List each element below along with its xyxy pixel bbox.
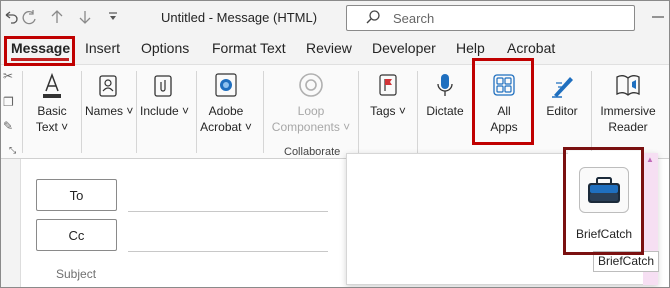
ribbon: ✂ ❐ ✎ ⤡ Basic Text ˅ Names ˅ Include ˅ A… bbox=[1, 64, 669, 159]
dictate-button[interactable]: Dictate bbox=[421, 69, 469, 119]
outlook-message-window: Untitled - Message (HTML) Message Insert… bbox=[0, 0, 670, 288]
adobe-acrobat-icon bbox=[215, 73, 237, 97]
basic-text-label-1: Basic bbox=[37, 104, 67, 118]
tags-label: Tags ˅ bbox=[370, 104, 406, 118]
names-label: Names ˅ bbox=[85, 104, 134, 118]
ribbon-separator bbox=[591, 71, 592, 153]
cut-icon[interactable]: ✂ bbox=[3, 69, 13, 83]
cc-field[interactable] bbox=[128, 251, 328, 252]
font-color-icon bbox=[43, 72, 61, 98]
search-input[interactable] bbox=[393, 9, 623, 27]
undo-icon[interactable] bbox=[1, 7, 21, 27]
collaborate-group-label: Collaborate bbox=[284, 146, 341, 158]
subject-label: Subject bbox=[56, 267, 97, 281]
to-button[interactable]: To bbox=[36, 179, 117, 211]
include-label: Include ˅ bbox=[140, 104, 190, 118]
names-button[interactable]: Names ˅ bbox=[85, 69, 134, 119]
paperclip-icon bbox=[154, 75, 172, 97]
cc-button[interactable]: Cc bbox=[36, 219, 117, 251]
highlight-all-apps bbox=[472, 58, 534, 145]
tab-insert[interactable]: Insert bbox=[85, 40, 120, 56]
basic-text-label-2: Text ˅ bbox=[35, 120, 69, 134]
highlight-briefcatch bbox=[563, 147, 644, 255]
microphone-icon bbox=[437, 74, 453, 96]
immersive-reader-button[interactable]: Immersive Reader bbox=[597, 69, 659, 135]
highlight-message-tab bbox=[4, 36, 75, 66]
tab-acrobat[interactable]: Acrobat bbox=[507, 40, 555, 56]
arrow-down-icon[interactable] bbox=[75, 7, 95, 27]
ribbon-tabs: Message Insert Options Format Text Revie… bbox=[1, 35, 669, 63]
immersive-reader-label-1: Immersive bbox=[600, 104, 656, 118]
ribbon-separator bbox=[263, 71, 264, 153]
ribbon-separator bbox=[81, 71, 82, 153]
ribbon-separator bbox=[22, 71, 23, 153]
tab-format-text[interactable]: Format Text bbox=[212, 40, 286, 56]
editor-button[interactable]: Editor bbox=[539, 69, 585, 119]
ribbon-separator bbox=[196, 71, 197, 153]
ribbon-separator bbox=[358, 71, 359, 153]
window-title: Untitled - Message (HTML) bbox=[161, 10, 318, 25]
immersive-reader-label-2: Reader bbox=[608, 120, 648, 134]
minimize-button[interactable] bbox=[648, 5, 668, 29]
scroll-up-icon[interactable]: ▲ bbox=[646, 155, 654, 164]
search-box[interactable] bbox=[346, 5, 635, 31]
loop-icon bbox=[299, 73, 323, 97]
loop-label-1: Loop bbox=[297, 104, 325, 118]
to-field[interactable] bbox=[128, 211, 328, 212]
editor-pen-icon bbox=[552, 77, 573, 98]
redo-icon[interactable] bbox=[19, 7, 39, 27]
tab-help[interactable]: Help bbox=[456, 40, 485, 56]
flag-icon bbox=[379, 74, 397, 96]
editor-label: Editor bbox=[546, 104, 578, 118]
loop-components-button[interactable]: Loop Components ˅ bbox=[269, 69, 353, 135]
ribbon-separator bbox=[136, 71, 137, 153]
customize-quick-access-icon[interactable] bbox=[103, 7, 123, 27]
include-button[interactable]: Include ˅ bbox=[140, 69, 190, 119]
loop-label-2: Components ˅ bbox=[271, 120, 351, 134]
adobe-acrobat-label-1: Adobe bbox=[208, 104, 244, 118]
copy-icon[interactable]: ❐ bbox=[3, 95, 14, 109]
dialog-launcher-icon[interactable]: ⤡ bbox=[9, 145, 16, 156]
collapsed-clipboard-group: ✂ ❐ ✎ bbox=[1, 65, 21, 157]
arrow-up-icon[interactable] bbox=[47, 7, 67, 27]
address-book-icon bbox=[99, 75, 117, 97]
basic-text-button[interactable]: Basic Text ˅ bbox=[29, 69, 75, 135]
tags-button[interactable]: Tags ˅ bbox=[365, 69, 411, 119]
tab-options[interactable]: Options bbox=[141, 40, 189, 56]
adobe-acrobat-button[interactable]: Adobe Acrobat ˅ bbox=[199, 69, 253, 135]
format-painter-icon[interactable]: ✎ bbox=[3, 119, 13, 133]
search-icon bbox=[365, 9, 381, 28]
adobe-acrobat-label-2: Acrobat ˅ bbox=[200, 120, 252, 134]
dictate-label: Dictate bbox=[426, 104, 464, 118]
send-area bbox=[1, 159, 21, 287]
immersive-reader-icon bbox=[616, 75, 640, 96]
title-bar: Untitled - Message (HTML) bbox=[1, 1, 669, 35]
ribbon-separator bbox=[417, 71, 418, 153]
tab-review[interactable]: Review bbox=[306, 40, 352, 56]
tab-developer[interactable]: Developer bbox=[372, 40, 436, 56]
